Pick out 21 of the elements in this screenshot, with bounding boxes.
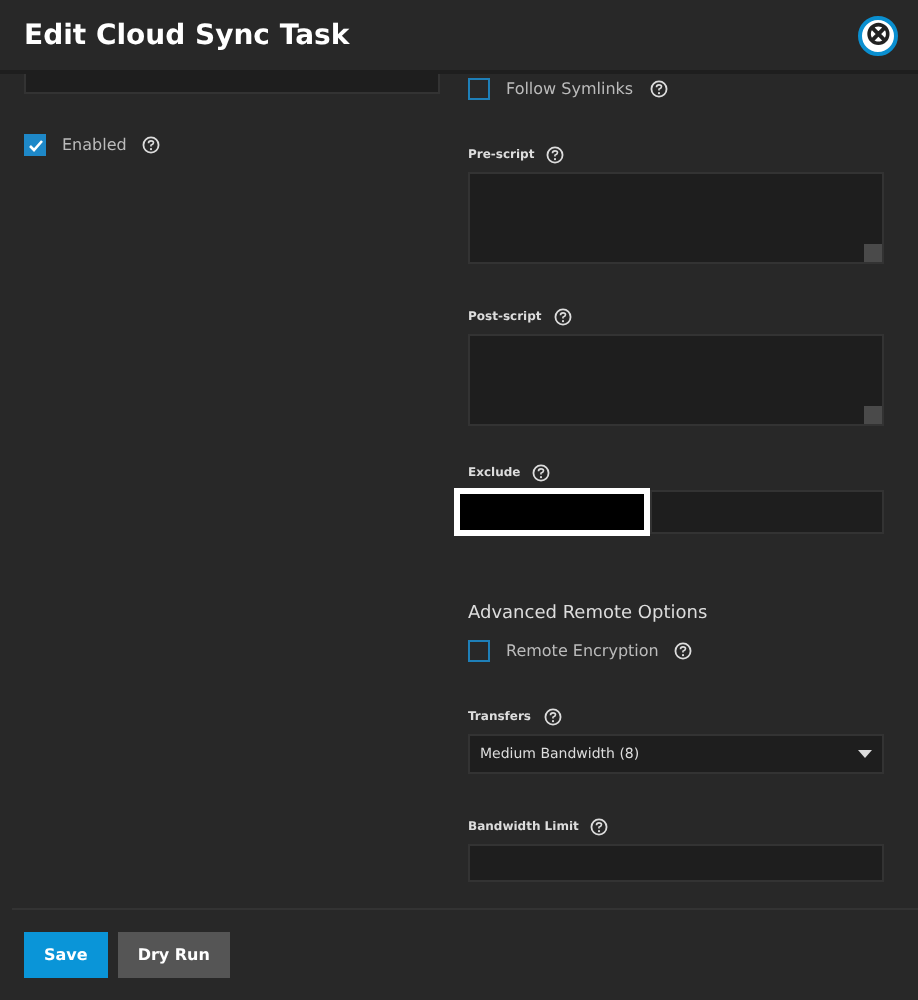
resize-handle[interactable]	[864, 406, 882, 424]
help-icon[interactable]	[553, 308, 572, 326]
checkbox-label: Follow Symlinks	[506, 80, 634, 98]
resize-handle[interactable]	[864, 244, 882, 262]
help-icon[interactable]	[546, 146, 565, 164]
checkbox[interactable]	[24, 134, 46, 156]
checkbox[interactable]	[468, 640, 490, 662]
dropdown-arrow-icon	[858, 750, 872, 758]
dry-run-button[interactable]: Dry Run	[117, 932, 230, 978]
checkbox-label: Remote Encryption	[506, 642, 659, 660]
help-icon[interactable]	[532, 464, 551, 482]
help-icon[interactable]	[649, 80, 668, 98]
help-icon[interactable]	[142, 136, 161, 154]
help-icon[interactable]	[543, 708, 561, 726]
help-icon[interactable]	[674, 642, 693, 660]
checkbox-label: Enabled	[62, 136, 127, 154]
dialog-title: Edit Cloud Sync Task	[24, 19, 350, 51]
section-heading: Advanced Remote Options	[468, 604, 710, 624]
checkbox[interactable]	[468, 78, 490, 100]
close-button[interactable]: ⊗	[858, 15, 898, 55]
help-icon[interactable]	[590, 818, 609, 836]
